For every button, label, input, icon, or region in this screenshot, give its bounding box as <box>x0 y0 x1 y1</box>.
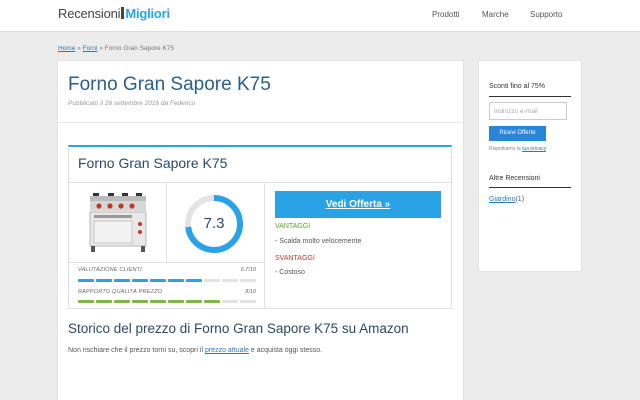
divider <box>264 182 265 309</box>
privacy-link[interactable]: tua privacy <box>522 146 546 152</box>
rating-bar-segment <box>186 300 202 303</box>
rating-bar-segment <box>186 279 202 282</box>
price-history-heading: Storico del prezzo di Forno Gran Sapore … <box>68 321 409 336</box>
product-card-title: Forno Gran Sapore K75 <box>78 155 228 171</box>
view-offer-button[interactable]: Vedi Offerta » <box>275 191 441 218</box>
breadcrumb-forni-link[interactable]: Forni <box>83 45 98 52</box>
pros-item: - Scalda molto velocemente <box>275 238 362 245</box>
page-title: Forno Gran Sapore K75 <box>68 74 271 95</box>
rating-label-clienti: VALUTAZIONE CLIENTI <box>78 267 142 273</box>
rating-bar-segment <box>114 279 130 282</box>
nav-item-marche[interactable]: Marche <box>482 10 509 19</box>
rating-label-qualita-prezzo: RAPPORTO QUALITÀ PREZZO <box>78 289 163 295</box>
rating-bar-segment <box>222 279 238 282</box>
rating-bar-segment <box>132 279 148 282</box>
rating-bar-segment <box>132 300 148 303</box>
breadcrumb-home-link[interactable]: Home <box>58 45 75 52</box>
rating-bar-clienti <box>78 279 256 282</box>
sidebar <box>478 60 582 272</box>
score-value: 7.3 <box>203 215 225 232</box>
breadcrumb-separator: » <box>99 45 103 52</box>
price-history-text-after: e acquista oggi stesso. <box>248 347 323 354</box>
rating-bar-segment <box>168 279 184 282</box>
breadcrumb-separator: » <box>77 45 81 52</box>
rating-bar-segment <box>240 279 256 282</box>
divider <box>489 96 571 97</box>
privacy-text-end: . <box>545 146 548 152</box>
price-history-text-before: Non rischiare che il prezzo torni su, sc… <box>68 347 205 354</box>
divider <box>57 122 464 123</box>
site-logo[interactable]: Recensioni Migliori <box>58 6 170 21</box>
rating-score-clienti: 6.7/10 <box>240 267 256 273</box>
rating-bar-segment <box>204 300 220 303</box>
product-image-oven[interactable] <box>88 188 148 258</box>
rating-bar-segment <box>150 300 166 303</box>
review-link-giardino[interactable]: Giardino <box>489 196 515 203</box>
privacy-note: Rispettiamo la tua privacy. <box>489 146 547 152</box>
pros-heading: VANTAGGI <box>275 223 311 230</box>
review-list-item: Giardino(1) <box>489 196 524 203</box>
subscribe-button[interactable]: Ricevi Offerte <box>489 126 546 141</box>
review-count: (1) <box>515 196 525 203</box>
rating-bar-segment <box>78 279 94 282</box>
rating-bar-segment <box>78 300 94 303</box>
breadcrumb-current: Forno Gran Sapore K75 <box>104 45 175 52</box>
rating-bar-segment <box>240 300 256 303</box>
divider <box>489 187 571 188</box>
rating-score-qualita-prezzo: 8/10 <box>245 289 256 295</box>
rating-bar-qualita-prezzo <box>78 300 256 303</box>
nav-item-supporto[interactable]: Supporto <box>530 10 562 19</box>
divider <box>68 182 452 183</box>
rating-bar-segment <box>204 279 220 282</box>
rating-bar-segment <box>222 300 238 303</box>
current-price-link[interactable]: prezzo attuale <box>205 347 249 354</box>
rating-bar-segment <box>150 279 166 282</box>
post-meta: Pubblicato il 26 settembre 2016 da Feder… <box>68 100 196 107</box>
email-field[interactable]: Indirizzo e-mail <box>489 102 567 120</box>
logo-divider <box>121 7 125 19</box>
divider <box>68 262 264 263</box>
rating-bar-segment <box>168 300 184 303</box>
privacy-text: Rispettiamo la <box>489 146 523 152</box>
divider <box>166 182 167 262</box>
rating-bar-segment <box>96 279 112 282</box>
nav-item-prodotti[interactable]: Prodotti <box>432 10 460 19</box>
rating-bar-segment <box>114 300 130 303</box>
rating-bar-segment <box>96 300 112 303</box>
price-history-text: Non rischiare che il prezzo torni su, sc… <box>68 347 322 354</box>
cons-item: - Costoso <box>275 269 305 276</box>
newsletter-heading: Sconti fino al 75% <box>489 83 546 90</box>
breadcrumb: Home » Forni » Forno Gran Sapore K75 <box>58 45 174 52</box>
cons-heading: SVANTAGGI <box>275 255 315 262</box>
other-reviews-heading: Altre Recensioni <box>489 175 540 182</box>
